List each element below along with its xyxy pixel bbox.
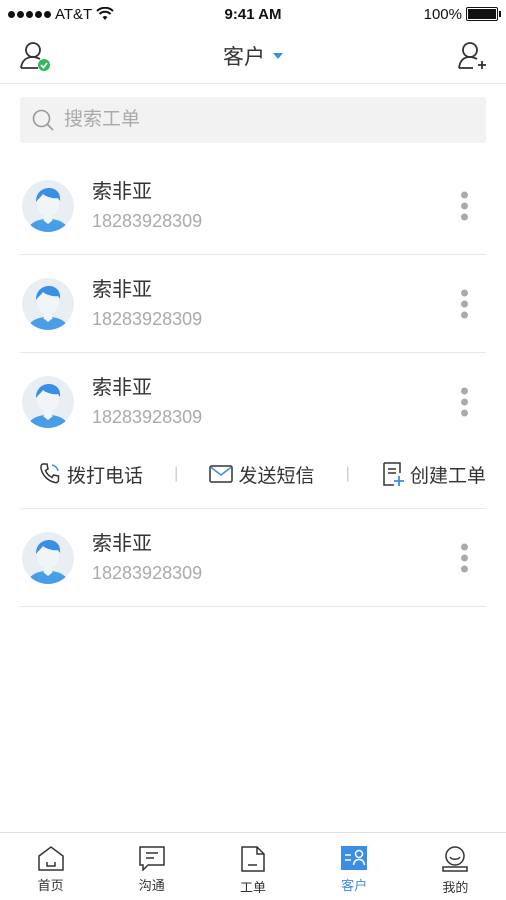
add-user-icon (458, 42, 486, 69)
phone-icon (40, 463, 60, 484)
more-options-icon[interactable] (461, 387, 468, 416)
divider: | (345, 465, 350, 482)
customer-item[interactable]: 索非亚 18283928309 (20, 157, 486, 255)
create-ticket-label: 创建工单 (409, 465, 486, 487)
page-title: 客户 (223, 45, 265, 69)
nav-bar: 客户 (0, 28, 506, 84)
customer-card-icon (341, 846, 368, 870)
customer-item[interactable]: 索非亚 18283928309 (20, 509, 486, 607)
tab-label: 工单 (240, 880, 267, 895)
caret-down-icon (273, 52, 283, 59)
tab-home[interactable]: 首页 (0, 833, 101, 900)
sms-label: 发送短信 (238, 465, 315, 487)
customer-name: 索非亚 (92, 532, 152, 555)
tab-tickets[interactable]: 工单 (202, 833, 303, 900)
customer-phone: 18283928309 (92, 562, 203, 583)
call-label: 拨打电话 (67, 465, 144, 487)
customer-item[interactable]: 索非亚 18283928309 (20, 255, 486, 353)
search-input[interactable] (64, 109, 474, 131)
avatar (22, 375, 74, 428)
new-ticket-icon (383, 462, 404, 486)
add-customer-button[interactable] (456, 40, 488, 72)
envelope-icon (209, 465, 234, 483)
send-sms-button[interactable]: 发送短信 (209, 461, 315, 488)
customer-verified-button[interactable] (18, 40, 50, 72)
tab-label: 我的 (442, 880, 469, 895)
wifi-icon (96, 7, 114, 20)
status-time: 9:41 AM (224, 5, 282, 23)
tab-customers[interactable]: 客户 (304, 833, 405, 900)
avatar (22, 179, 74, 232)
customer-phone: 18283928309 (92, 210, 203, 231)
customer-name: 索非亚 (92, 180, 152, 203)
call-button[interactable]: 拨打电话 (38, 461, 143, 488)
tab-label: 客户 (341, 878, 368, 893)
more-options-icon[interactable] (461, 543, 468, 572)
chat-icon (139, 846, 165, 871)
customer-item-expanded[interactable]: 索非亚 18283928309 拨打电话 | 发送短信 | 创建工单 (20, 353, 486, 509)
customer-phone: 18283928309 (92, 406, 203, 427)
divider: | (174, 465, 179, 482)
tab-bar: 首页 沟通 工单 客户 我的 (0, 832, 506, 900)
tab-label: 沟通 (138, 878, 165, 893)
tab-profile[interactable]: 我的 (405, 833, 506, 900)
home-icon (37, 846, 64, 871)
search-icon (32, 109, 54, 131)
more-options-icon[interactable] (461, 289, 468, 318)
avatar (22, 277, 74, 330)
profile-icon (442, 846, 469, 872)
customer-name: 索非亚 (92, 278, 152, 301)
user-check-icon (20, 42, 50, 71)
document-icon (241, 846, 265, 872)
battery-percent: 100% (423, 5, 462, 23)
tab-chat[interactable]: 沟通 (101, 833, 202, 900)
status-bar: AT&T 9:41 AM 100% (0, 0, 506, 28)
customer-list: 索非亚 18283928309 索非亚 18283928309 索非亚 1828… (0, 157, 506, 607)
search-bar[interactable] (20, 97, 486, 143)
customer-phone: 18283928309 (92, 308, 203, 329)
create-ticket-button[interactable]: 创建工单 (381, 461, 486, 488)
tab-label: 首页 (37, 878, 64, 893)
more-options-icon[interactable] (461, 191, 468, 220)
battery-icon (466, 7, 501, 21)
carrier-label: AT&T (55, 5, 93, 23)
customer-name: 索非亚 (92, 376, 152, 399)
nav-title-dropdown[interactable]: 客户 (223, 41, 283, 71)
avatar (22, 531, 74, 584)
customer-actions: 拨打电话 | 发送短信 | 创建工单 (20, 450, 486, 508)
signal-strength-icon (8, 10, 51, 18)
